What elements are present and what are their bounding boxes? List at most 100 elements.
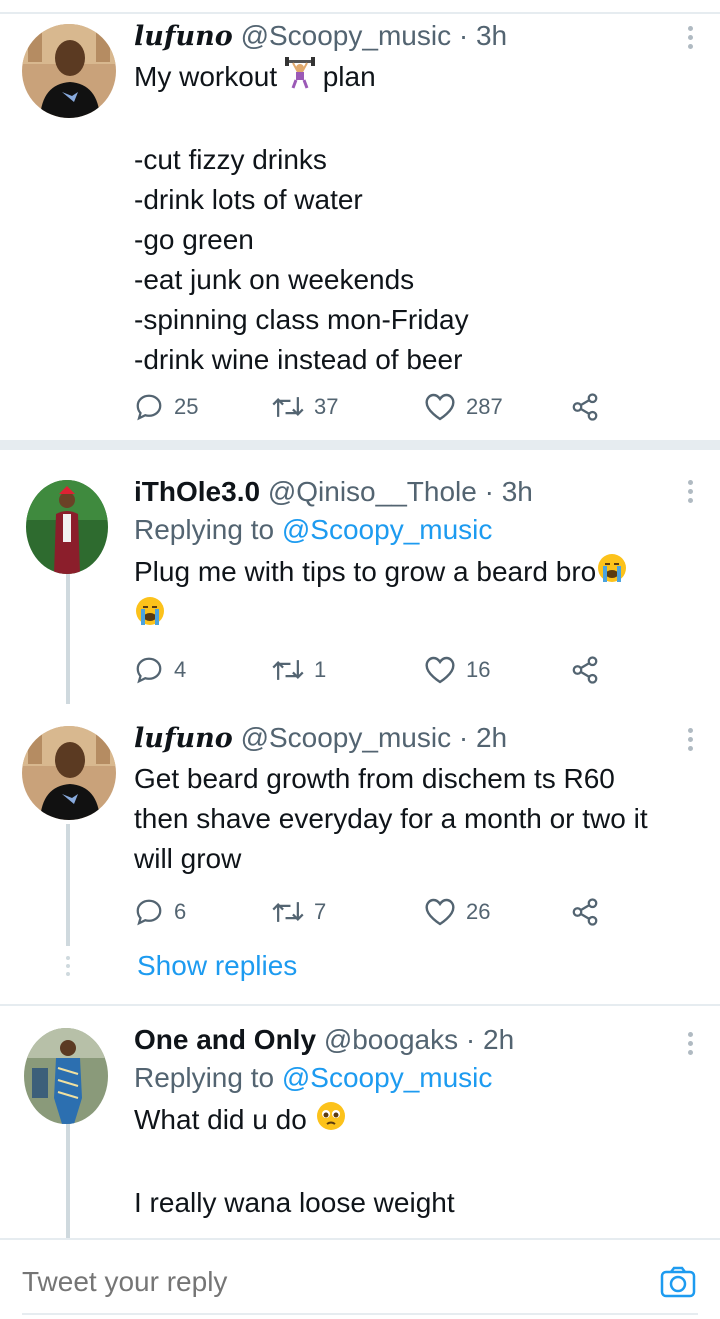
display-name[interactable]: lufuno (134, 723, 233, 754)
user-handle[interactable]: @Scoopy_music (241, 20, 452, 51)
retweet-icon (272, 392, 304, 422)
composer-underline (22, 1313, 698, 1315)
retweet-icon (272, 897, 304, 927)
loudly-crying-face-emoji (134, 595, 166, 638)
pleading-face-emoji (315, 1100, 347, 1143)
timestamp[interactable]: 3h (502, 476, 533, 507)
section-divider (0, 440, 720, 450)
timestamp[interactable]: 3h (476, 20, 507, 51)
like-count: 26 (466, 899, 491, 924)
reply-icon (134, 897, 164, 927)
text-line: -eat junk on weekends (134, 264, 415, 296)
tweet-text: Get beard growth from dischem ts R60 the… (134, 759, 680, 879)
collapsed-thread-dots (66, 956, 70, 980)
reply-icon (134, 392, 164, 422)
text-line: -spinning class mon-Friday (134, 304, 469, 336)
text-line (134, 1143, 680, 1183)
more-vertical-icon[interactable] (688, 728, 694, 755)
reply-icon (134, 655, 164, 685)
text-line: plan (314, 61, 376, 92)
text-line: I really wana loose weight (134, 1187, 455, 1219)
reply-button[interactable]: 25 (134, 387, 198, 427)
display-name[interactable]: One and Only (134, 1024, 316, 1055)
avatar[interactable] (26, 480, 108, 574)
replying-to-label: Replying to (134, 514, 275, 545)
show-replies-link[interactable]: Show replies (137, 946, 297, 986)
tweet-text: What did u do I really wana loose weight (134, 1100, 680, 1223)
retweet-count: 7 (314, 899, 327, 924)
avatar[interactable] (22, 726, 116, 820)
display-name[interactable]: lufuno (134, 21, 233, 52)
retweet-count: 37 (314, 394, 339, 419)
share-icon (570, 655, 600, 685)
reply-composer (0, 1238, 720, 1319)
like-button[interactable]: 16 (424, 650, 490, 690)
like-count: 16 (466, 657, 491, 682)
tweet-header: iThOle3.0 @Qiniso__Thole · 3h (134, 474, 680, 510)
share-icon (570, 392, 600, 422)
user-handle[interactable]: @boogaks (324, 1024, 458, 1055)
tweet-actions: 6 7 26 (134, 892, 614, 932)
timestamp[interactable]: 2h (483, 1024, 514, 1055)
heart-icon (424, 655, 456, 685)
separator-dot: · (458, 722, 469, 753)
avatar[interactable] (24, 1028, 108, 1124)
tweet-1[interactable]: lufuno @Scoopy_music · 3h My workout pla… (0, 0, 720, 440)
reply-count: 4 (174, 657, 187, 682)
text-line (134, 100, 680, 140)
tweet-4[interactable]: One and Only @boogaks · 2h Replying to @… (0, 1006, 720, 1238)
avatar[interactable] (22, 24, 116, 118)
tweet-header: One and Only @boogaks · 2h (134, 1022, 680, 1058)
tweet-actions: 4 1 16 (134, 650, 614, 690)
like-button[interactable]: 287 (424, 387, 503, 427)
tweet-reply-input[interactable] (22, 1266, 582, 1298)
tweet-text: My workout plan -cut fizzy drinks -drink… (134, 57, 680, 380)
separator-dot: · (458, 20, 469, 51)
text-line: My workout (134, 61, 285, 92)
retweet-button[interactable]: 7 (272, 892, 326, 932)
text-line: -cut fizzy drinks (134, 144, 327, 176)
share-button[interactable] (570, 387, 600, 427)
text-line: What did u do (134, 1104, 315, 1135)
reply-count: 25 (174, 394, 199, 419)
tweet-text: Plug me with tips to grow a beard bro (134, 552, 680, 638)
like-count: 287 (466, 394, 503, 419)
display-name[interactable]: iThOle3.0 (134, 476, 260, 507)
reply-count: 6 (174, 899, 187, 924)
mention-link[interactable]: @Scoopy_music (282, 1062, 493, 1093)
tweet-2[interactable]: iThOle3.0 @Qiniso__Thole · 3h Replying t… (0, 450, 720, 700)
user-handle[interactable]: @Qiniso__Thole (268, 476, 477, 507)
text-line: then shave everyday for a month or two i… (134, 803, 648, 834)
top-divider (0, 12, 720, 14)
reply-button[interactable]: 6 (134, 892, 186, 932)
more-vertical-icon[interactable] (688, 1032, 694, 1059)
tweet-header: lufuno @Scoopy_music · 3h (134, 18, 680, 55)
user-handle[interactable]: @Scoopy_music (241, 722, 452, 753)
share-button[interactable] (570, 892, 600, 932)
text-line: will grow (134, 843, 242, 874)
more-vertical-icon[interactable] (688, 26, 694, 53)
heart-icon (424, 392, 456, 422)
tweet-header: lufuno @Scoopy_music · 2h (134, 720, 680, 757)
replying-to: Replying to @Scoopy_music (134, 510, 680, 550)
heart-icon (424, 897, 456, 927)
retweet-icon (272, 655, 304, 685)
text-line: -go green (134, 224, 254, 256)
more-vertical-icon[interactable] (688, 480, 694, 507)
timestamp[interactable]: 2h (476, 722, 507, 753)
tweet-3[interactable]: lufuno @Scoopy_music · 2h Get beard grow… (0, 700, 720, 950)
reply-button[interactable]: 4 (134, 650, 186, 690)
text-line: -drink wine instead of beer (134, 344, 463, 376)
loudly-crying-face-emoji (596, 552, 628, 595)
tweet-actions: 25 37 287 (134, 387, 614, 427)
camera-icon[interactable] (660, 1266, 696, 1303)
like-button[interactable]: 26 (424, 892, 490, 932)
text-line: -drink lots of water (134, 184, 363, 216)
retweet-button[interactable]: 37 (272, 387, 338, 427)
share-icon (570, 897, 600, 927)
separator-dot: · (484, 476, 494, 507)
separator-dot: · (465, 1024, 476, 1055)
share-button[interactable] (570, 650, 600, 690)
retweet-button[interactable]: 1 (272, 650, 326, 690)
mention-link[interactable]: @Scoopy_music (282, 514, 493, 545)
